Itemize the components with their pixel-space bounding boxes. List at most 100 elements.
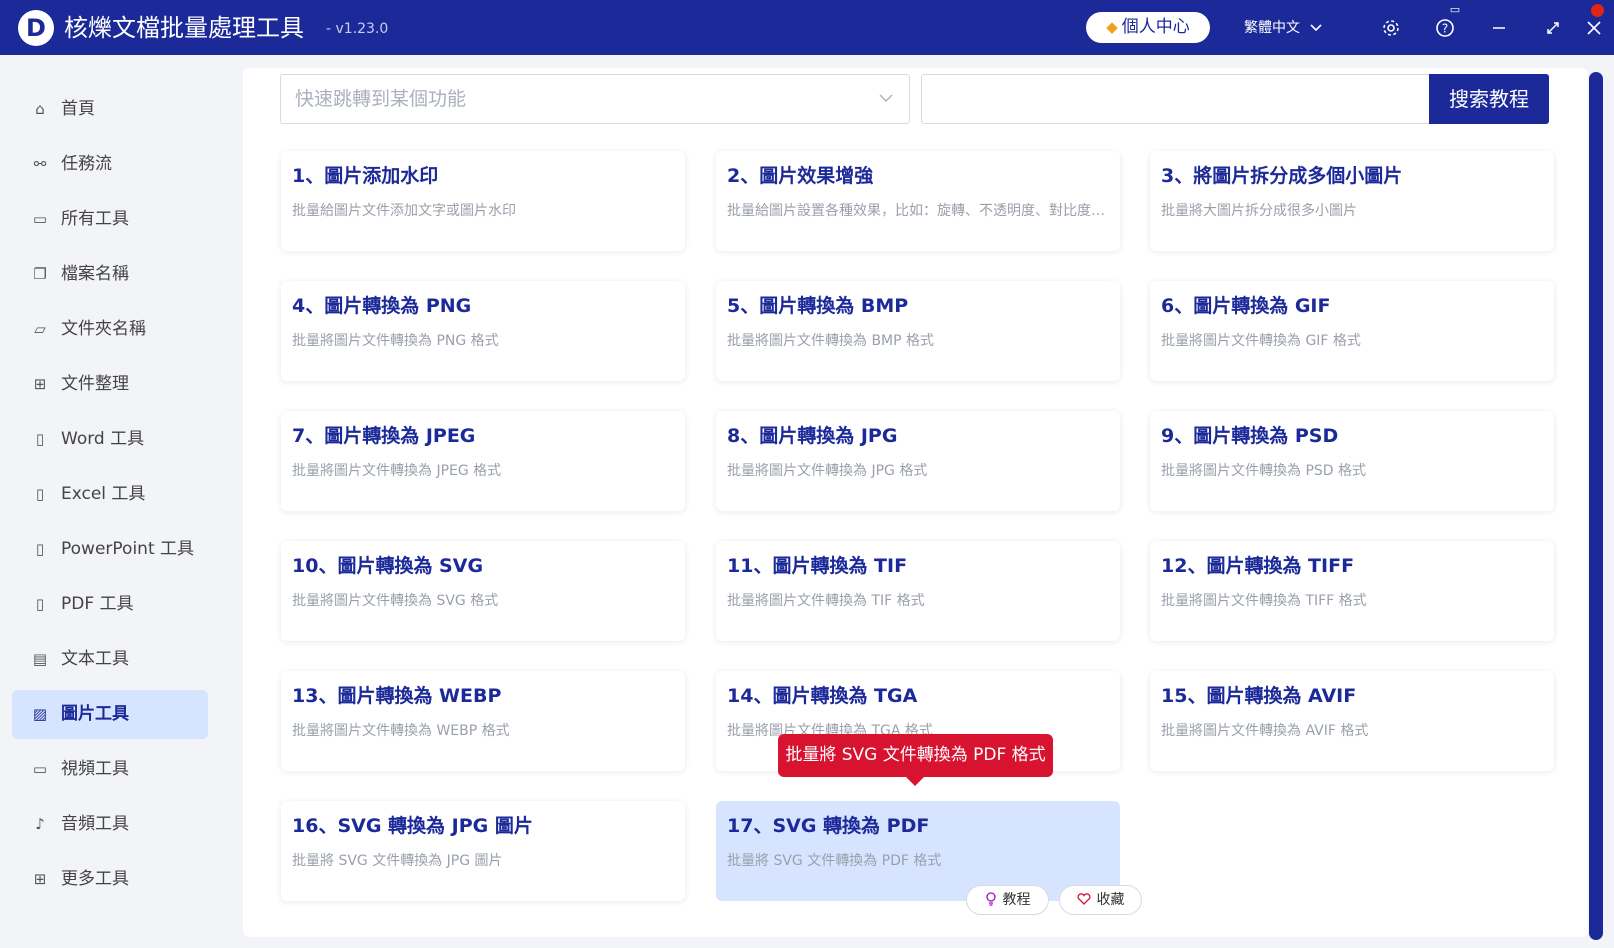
sidebar-item-label: 任務流 <box>61 154 112 174</box>
tool-card-title: 7、圖片轉換為 JPEG <box>292 425 476 447</box>
sidebar-item-folder-name[interactable]: ▱ 文件夾名稱 <box>12 305 208 354</box>
tool-card-desc: 批量將圖片文件轉換為 TIFF 格式 <box>1161 593 1367 609</box>
sidebar-item-label: 文本工具 <box>61 649 129 669</box>
tool-card-desc: 批量將圖片文件轉換為 GIF 格式 <box>1161 333 1361 349</box>
tool-card[interactable]: 7、圖片轉換為 JPEG 批量將圖片文件轉換為 JPEG 格式 <box>281 411 685 511</box>
tool-card[interactable]: 3、將圖片拆分成多個小圖片批量將大圖片拆分成很多小圖片 <box>1150 151 1554 251</box>
tutorial-search-input[interactable] <box>921 74 1431 124</box>
tool-card-title: 15、圖片轉換為 AVIF <box>1161 685 1357 707</box>
tool-card-title: 17、SVG 轉換為 PDF <box>727 815 930 837</box>
tool-card[interactable]: 13、圖片轉換為 WEBP 批量將圖片文件轉換為 WEBP 格式 <box>281 671 685 771</box>
sidebar-item-image[interactable]: ▨ 圖片工具 <box>12 690 208 739</box>
tool-card-desc: 批量將 SVG 文件轉換為 JPG 圖片 <box>292 853 503 869</box>
tool-card[interactable]: 2、圖片效果增強批量給圖片設置各種效果，比如：旋轉、不透明度、對比度、亮度等 <box>716 151 1120 251</box>
quick-jump-select[interactable]: 快速跳轉到某個功能 <box>280 74 910 124</box>
tool-card[interactable]: 6、圖片轉換為 GIF 批量將圖片文件轉換為 GIF 格式 <box>1150 281 1554 381</box>
tool-card[interactable]: 1、圖片添加水印 批量給圖片文件添加文字或圖片水印 <box>281 151 685 251</box>
svg-text:?: ? <box>1442 22 1448 36</box>
sidebar-item-label: PowerPoint 工具 <box>61 539 195 559</box>
sidebar-item-label: 文件夾名稱 <box>61 319 146 339</box>
favorite-button[interactable]: 收藏 <box>1059 885 1142 915</box>
app-logo: D <box>18 10 54 46</box>
sidebar-item-home[interactable]: ⌂ 首頁 <box>12 85 208 134</box>
sidebar-item-label: 所有工具 <box>61 209 129 229</box>
sidebar-item-label: Word 工具 <box>61 429 145 449</box>
tutorial-label: 教程 <box>1002 892 1031 908</box>
sidebar-item-word[interactable]: ▯ Word 工具 <box>12 415 208 464</box>
grid-icon: ⊞ <box>33 870 47 888</box>
tool-card-desc: 批量將圖片文件轉換為 PNG 格式 <box>292 333 499 349</box>
sidebar-item-label: 首頁 <box>61 99 95 119</box>
tool-card-desc: 批量給圖片設置各種效果，比如：旋轉、不透明度、對比度、亮度等 <box>727 203 1111 219</box>
tool-card-title: 6、圖片轉換為 GIF <box>1161 295 1331 317</box>
language-label: 繁體中文 <box>1244 20 1300 36</box>
close-icon[interactable] <box>1580 14 1608 42</box>
tool-card[interactable]: 5、圖片轉換為 BMP 批量將圖片文件轉換為 BMP 格式 <box>716 281 1120 381</box>
tool-card-desc: 批量將圖片文件轉換為 PSD 格式 <box>1161 463 1367 479</box>
tool-card-title: 2、圖片效果增強 <box>727 165 874 187</box>
tool-card-title: 11、圖片轉換為 TIF <box>727 555 908 577</box>
sidebar-item-workflow[interactable]: ⚯ 任務流 <box>12 140 208 189</box>
sidebar-item-file-name[interactable]: ❐ 檔案名稱 <box>12 250 208 299</box>
tool-card[interactable]: 11、圖片轉換為 TIF 批量將圖片文件轉換為 TIF 格式 <box>716 541 1120 641</box>
word-icon: ▯ <box>35 430 45 448</box>
tool-card-desc: 批量將圖片文件轉換為 WEBP 格式 <box>292 723 510 739</box>
app-title: 核爍文檔批量處理工具 <box>64 14 304 42</box>
sidebar-item-more[interactable]: ⊞ 更多工具 <box>12 855 208 904</box>
tool-card-title: 4、圖片轉換為 PNG <box>292 295 472 317</box>
sidebar-item-file-organize[interactable]: ⊞ 文件整理 <box>12 360 208 409</box>
tool-card-title: 14、圖片轉換為 TGA <box>727 685 918 707</box>
tool-card[interactable]: 16、SVG 轉換為 JPG 圖片批量將 SVG 文件轉換為 JPG 圖片 <box>281 801 685 901</box>
user-center-label: 個人中心 <box>1121 17 1190 37</box>
sidebar: ⌂ 首頁 ⚯ 任務流 ▭ 所有工具 ❐ 檔案名稱 ▱ 文件夾名稱 ⊞ 文件整理 ▯ Word … <box>0 55 222 948</box>
settings-gear-icon[interactable] <box>1377 14 1405 42</box>
tool-card-title: 16、SVG 轉換為 JPG 圖片 <box>292 815 533 837</box>
tool-card-title: 9、圖片轉換為 PSD <box>1161 425 1339 447</box>
workflow-icon: ⚯ <box>33 155 47 173</box>
tool-card-desc: 批量將大圖片拆分成很多小圖片 <box>1161 203 1357 219</box>
tool-card[interactable]: 12、圖片轉換為 TIFF 批量將圖片文件轉換為 TIFF 格式 <box>1150 541 1554 641</box>
language-selector[interactable]: 繁體中文 <box>1244 14 1323 42</box>
sidebar-item-pdf[interactable]: ▯ PDF 工具 <box>12 580 208 629</box>
tool-card-title: 3、將圖片拆分成多個小圖片 <box>1161 165 1403 187</box>
sidebar-item-video[interactable]: ▭ 視頻工具 <box>12 745 208 794</box>
tool-card-title: 10、圖片轉換為 SVG <box>292 555 484 577</box>
app-version: - v1.23.0 <box>326 21 389 37</box>
home-icon: ⌂ <box>35 100 45 118</box>
tool-card-desc: 批量將圖片文件轉換為 AVIF 格式 <box>1161 723 1369 739</box>
search-tutorial-button[interactable]: 搜索教程 <box>1429 74 1549 124</box>
help-icon[interactable]: ? <box>1431 14 1459 42</box>
sidebar-item-text[interactable]: ▤ 文本工具 <box>12 635 208 684</box>
tool-card-title: 8、圖片轉換為 JPG <box>727 425 898 447</box>
title-bar: D 核爍文檔批量處理工具 - v1.23.0 ◆ 個人中心 繁體中文 ? ▭ <box>0 0 1614 55</box>
user-center-button[interactable]: ◆ 個人中心 <box>1086 12 1210 43</box>
tool-card[interactable]: 4、圖片轉換為 PNG 批量將圖片文件轉換為 PNG 格式 <box>281 281 685 381</box>
minimize-icon[interactable] <box>1485 14 1513 42</box>
tool-card-title: 5、圖片轉換為 BMP <box>727 295 909 317</box>
vertical-scrollbar[interactable] <box>1589 72 1603 940</box>
tool-card-desc: 批量將圖片文件轉換為 SVG 格式 <box>292 593 499 609</box>
tool-card[interactable]: 10、圖片轉換為 SVG 批量將圖片文件轉換為 SVG 格式 <box>281 541 685 641</box>
microphone-icon: ♪ <box>35 815 45 833</box>
maximize-icon[interactable] <box>1539 14 1567 42</box>
sidebar-item-all-tools[interactable]: ▭ 所有工具 <box>12 195 208 244</box>
tool-card-selected[interactable]: 17、SVG 轉換為 PDF 批量將 SVG 文件轉換為 PDF 格式 <box>716 801 1120 901</box>
tool-card-desc: 批量將圖片文件轉換為 JPG 格式 <box>727 463 928 479</box>
image-icon: ▨ <box>32 705 48 723</box>
sidebar-item-powerpoint[interactable]: ▯ PowerPoint 工具 <box>12 525 208 574</box>
tool-card-title: 12、圖片轉換為 TIFF <box>1161 555 1355 577</box>
excel-icon: ▯ <box>35 485 45 503</box>
sidebar-item-excel[interactable]: ▯ Excel 工具 <box>12 470 208 519</box>
tool-card[interactable]: 15、圖片轉換為 AVIF 批量將圖片文件轉換為 AVIF 格式 <box>1150 671 1554 771</box>
tool-card-desc: 批量將圖片文件轉換為 TIF 格式 <box>727 593 925 609</box>
message-icon[interactable]: ▭ <box>1447 3 1463 17</box>
powerpoint-icon: ▯ <box>35 540 45 558</box>
tool-card[interactable]: 8、圖片轉換為 JPG 批量將圖片文件轉換為 JPG 格式 <box>716 411 1120 511</box>
sidebar-item-audio[interactable]: ♪ 音頻工具 <box>12 800 208 849</box>
tool-card-title: 1、圖片添加水印 <box>292 165 439 187</box>
tutorial-button[interactable]: 教程 <box>966 885 1049 915</box>
quick-jump-placeholder: 快速跳轉到某個功能 <box>295 88 467 110</box>
tool-card-desc: 批量將圖片文件轉換為 JPEG 格式 <box>292 463 502 479</box>
pdf-icon: ▯ <box>35 595 45 613</box>
tool-card[interactable]: 9、圖片轉換為 PSD 批量將圖片文件轉換為 PSD 格式 <box>1150 411 1554 511</box>
